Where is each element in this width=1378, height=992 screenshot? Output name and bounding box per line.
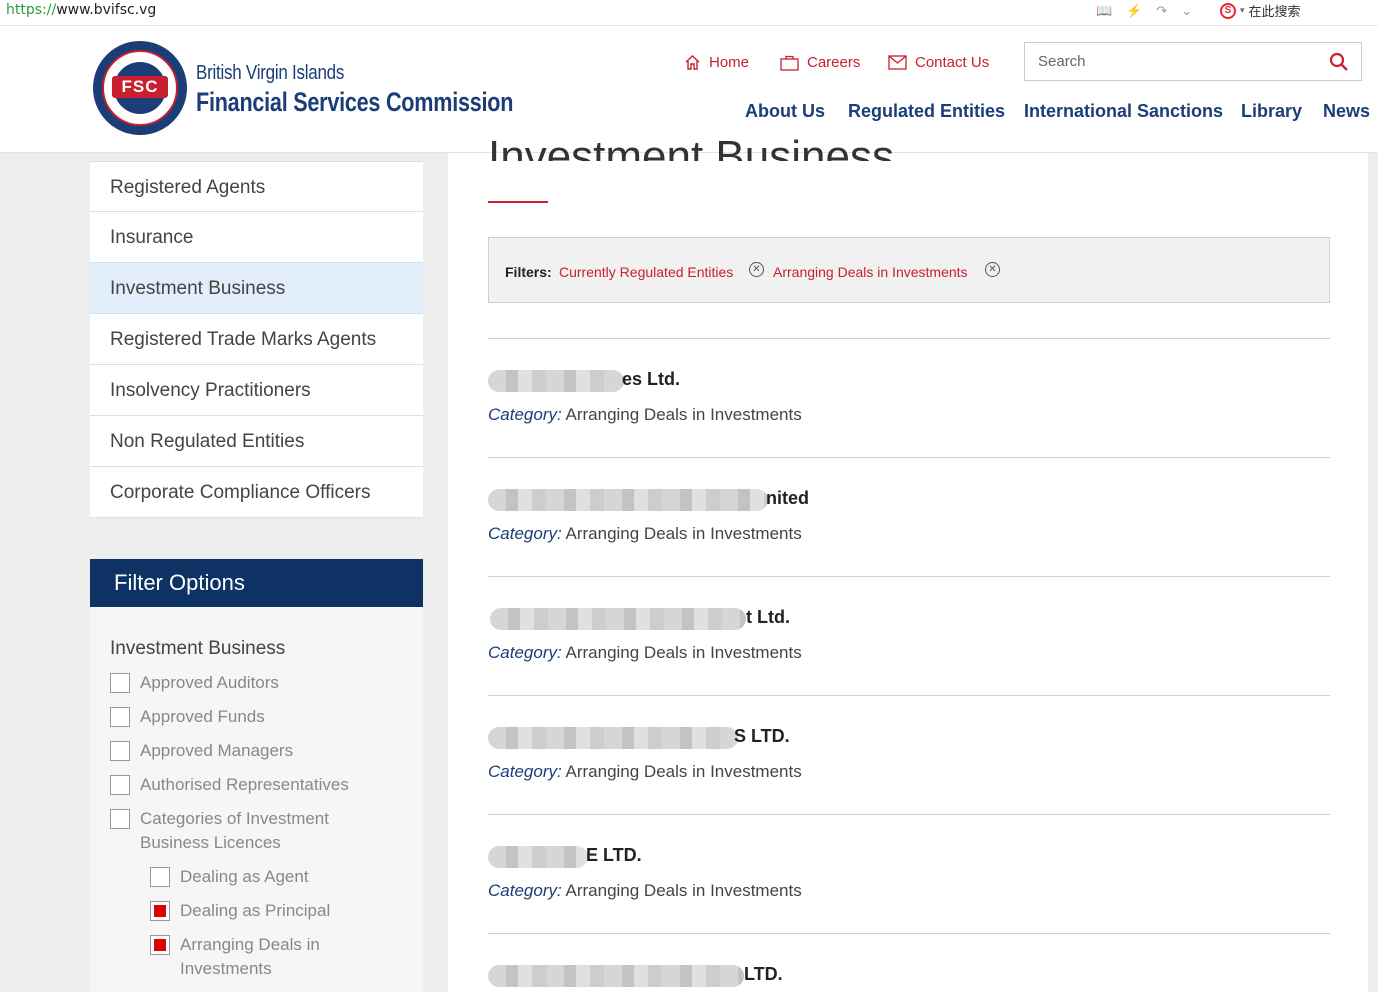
filter-dealing-as-principal[interactable]: Dealing as Principal [150,899,330,923]
contact-us-link[interactable]: Contact Us [888,54,989,71]
active-filters-bar: Filters: Currently Regulated Entities ✕ … [488,237,1330,303]
sidebar-item-registered-trade-marks-agents[interactable]: Registered Trade Marks Agents [90,314,423,365]
briefcase-icon [780,55,799,71]
nav-news[interactable]: News [1323,101,1370,122]
nav-international-sanctions[interactable]: International Sanctions [1024,101,1223,122]
result-divider [488,457,1330,458]
result-divider [488,814,1330,815]
filter-authorised-representatives[interactable]: Authorised Representatives [110,773,349,797]
sidebar-nav: Registered Agents Insurance Investment B… [90,161,423,518]
checkbox-checked[interactable] [150,901,170,921]
site-search [1024,42,1362,81]
share-icon[interactable]: ↷ [1156,3,1167,19]
checkbox[interactable] [110,775,130,795]
envelope-icon [888,55,907,70]
entity-category: Category: Arranging Deals in Investments [488,405,802,424]
search-icon[interactable] [1329,52,1349,72]
page-title: Investment Business [488,132,894,161]
home-icon [685,55,700,70]
search-input[interactable] [1025,43,1315,80]
checkbox[interactable] [110,741,130,761]
entity-category: Category: Arranging Deals in Investments [488,643,802,662]
filter-chip-currently-regulated[interactable]: Currently Regulated Entities [559,264,733,280]
filter-approved-managers[interactable]: Approved Managers [110,739,293,763]
sidebar-item-insurance[interactable]: Insurance [90,212,423,263]
result-divider [488,933,1330,934]
filter-approved-auditors[interactable]: Approved Auditors [110,671,279,695]
remove-filter-icon[interactable]: ✕ [749,262,764,277]
seal-text: FSC [112,76,168,98]
site-logo-text[interactable]: British Virgin Islands Financial Service… [196,62,592,118]
filter-categories-of-investment-business-licences[interactable]: Categories of Investment Business Licence… [110,807,329,855]
sogou-logo-icon: S [1220,2,1236,19]
redacted-text [488,846,588,868]
redacted-text [488,965,744,987]
title-underline [488,201,548,203]
browser-search[interactable]: S ▾ 在此搜索 [1220,1,1301,20]
remove-filter-icon[interactable]: ✕ [985,262,1000,277]
filter-options-panel: Investment Business Approved Auditors Ap… [90,607,423,992]
filter-options-heading: Filter Options [90,559,423,607]
checkbox[interactable] [110,673,130,693]
address-url[interactable]: https://www.bvifsc.vg [6,2,156,18]
sidebar-item-non-regulated-entities[interactable]: Non Regulated Entities [90,416,423,467]
filter-dealing-as-agent[interactable]: Dealing as Agent [150,865,309,889]
entity-category: Category: Arranging Deals in Investments [488,524,802,543]
filter-approved-funds[interactable]: Approved Funds [110,705,265,729]
redacted-text [488,489,768,511]
fsc-seal-logo[interactable]: FSC [93,41,187,135]
filters-label: Filters: [505,264,552,280]
sidebar-item-investment-business[interactable]: Investment Business [90,263,423,314]
filter-arranging-deals-in-investments[interactable]: Arranging Deals in Investments [150,933,320,981]
checkbox[interactable] [150,867,170,887]
redacted-text [488,727,738,749]
lightning-icon[interactable]: ⚡ [1126,3,1142,19]
entity-category: Category: Arranging Deals in Investments [488,881,802,900]
redacted-text [490,608,746,630]
checkbox[interactable] [110,707,130,727]
filter-chip-arranging-deals[interactable]: Arranging Deals in Investments [773,264,968,280]
entity-category: Category: Arranging Deals in Investments [488,762,802,781]
chevron-down-icon[interactable]: ⌄ [1181,3,1192,19]
result-divider [488,576,1330,577]
browser-address-bar: https://www.bvifsc.vg 📖 ⚡ ↷ ⌄ S ▾ 在此搜索 [0,0,1378,26]
checkbox[interactable] [110,809,130,829]
sidebar-item-insolvency-practitioners[interactable]: Insolvency Practitioners [90,365,423,416]
nav-library[interactable]: Library [1241,101,1302,122]
search-dropdown-icon[interactable]: ▾ [1240,5,1245,16]
home-link[interactable]: Home [684,54,749,71]
result-divider [488,695,1330,696]
redacted-text [488,370,624,392]
filter-group-title: Investment Business [110,638,286,659]
checkbox-checked[interactable] [150,935,170,955]
reader-icon[interactable]: 📖 [1096,3,1112,19]
sidebar-item-corporate-compliance-officers[interactable]: Corporate Compliance Officers [90,467,423,518]
result-divider [488,338,1330,339]
sidebar-item-registered-agents[interactable]: Registered Agents [90,161,423,212]
careers-link[interactable]: Careers [780,54,860,71]
